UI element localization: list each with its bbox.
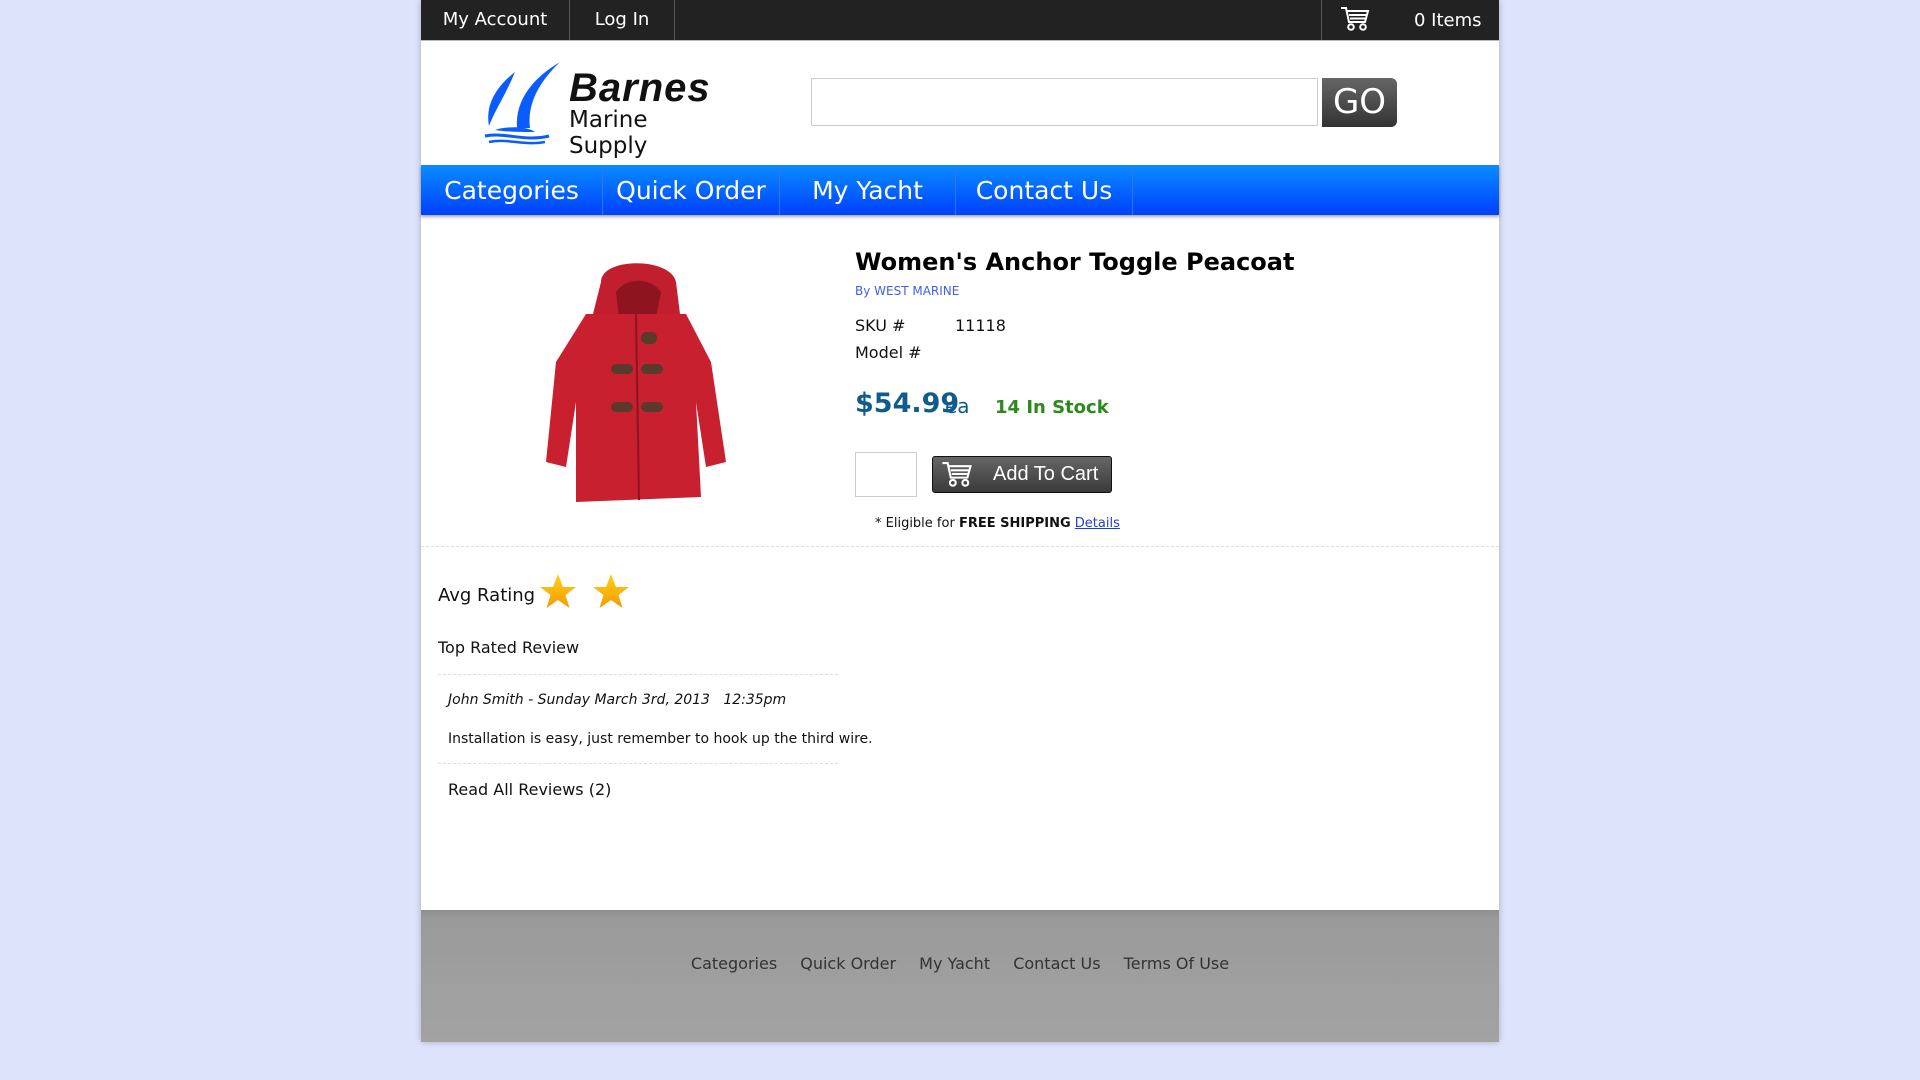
add-to-cart-label: Add To Cart [993,463,1099,485]
add-to-cart-button[interactable]: Add To Cart [932,456,1112,493]
review-divider [438,763,838,764]
search-input[interactable] [811,78,1318,126]
logo[interactable]: Barnes Marine Supply [475,60,725,159]
star-icon [593,574,629,608]
product-image[interactable] [531,252,741,508]
stock-status: 14 In Stock [995,397,1109,418]
cart-count: 0 Items [1414,10,1482,31]
product-price: $54.99 [855,388,960,419]
main-nav: Categories Quick Order My Yacht Contact … [421,165,1499,215]
search-go-button[interactable]: GO [1322,78,1397,127]
section-divider [421,546,1499,547]
nav-quick-order[interactable]: Quick Order [603,165,780,215]
page-container: My Account Log In 0 Items Barnes Marine … [421,0,1499,1042]
review-divider [438,674,838,675]
footer-link-terms-of-use[interactable]: Terms Of Use [1124,954,1229,973]
read-all-reviews-link[interactable]: Read All Reviews (2) [448,780,611,799]
review-text: Installation is easy, just remember to h… [448,731,873,747]
price-unit: ea [945,394,970,418]
product-brand-link[interactable]: By WEST MARINE [855,284,959,298]
sku-value: 11118 [955,316,1006,335]
logo-title: Barnes [569,66,711,110]
product-title: Women's Anchor Toggle Peacoat [855,248,1295,276]
footer-link-quick-order[interactable]: Quick Order [800,954,896,973]
sailboat-logo-icon [484,62,560,145]
shipping-prefix: * Eligible for [875,516,955,531]
top-rated-review-heading: Top Rated Review [438,638,580,657]
footer-link-contact-us[interactable]: Contact Us [1013,954,1100,973]
shipping-note: * Eligible for FREE SHIPPING Details [875,516,1120,531]
nav-my-yacht[interactable]: My Yacht [780,165,956,215]
footer: Categories Quick Order My Yacht Contact … [421,910,1499,1042]
footer-link-my-yacht[interactable]: My Yacht [919,954,990,973]
cart-icon [942,462,972,487]
my-account-link[interactable]: My Account [421,0,570,40]
footer-links: Categories Quick Order My Yacht Contact … [421,954,1499,973]
free-shipping-text: FREE SHIPPING [958,516,1071,531]
footer-link-categories[interactable]: Categories [691,954,777,973]
cart-icon [1341,7,1370,31]
review-author-date: John Smith - Sunday March 3rd, 2013 12:3… [448,692,787,708]
quantity-input[interactable] [855,452,917,497]
top-bar: My Account Log In 0 Items [421,0,1499,41]
star-icon [540,574,576,608]
avg-rating-label: Avg Rating [438,585,536,606]
nav-contact-us[interactable]: Contact Us [956,165,1133,215]
logo-subtitle: Marine Supply [569,107,648,159]
sku-label: SKU # [855,316,906,335]
shipping-details-link[interactable]: Details [1075,516,1120,531]
cart-summary[interactable]: 0 Items [1321,0,1499,40]
model-label: Model # [855,343,922,362]
log-in-link[interactable]: Log In [570,0,675,40]
nav-categories[interactable]: Categories [421,165,603,215]
